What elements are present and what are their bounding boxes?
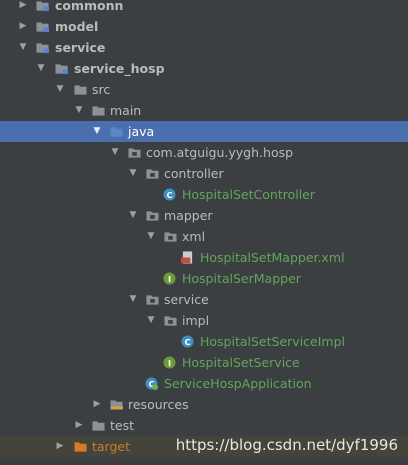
tree-row-resources[interactable]: ▶ resources <box>0 394 408 415</box>
chevron-down-icon[interactable]: ▼ <box>128 289 138 310</box>
watermark-url: https://blog.csdn.net/dyf1996 <box>175 436 398 454</box>
folder-icon <box>92 419 105 432</box>
tree-row-impl[interactable]: ▼ impl <box>0 310 408 331</box>
tree-label: impl <box>182 313 210 328</box>
spring-boot-class-icon <box>145 377 158 390</box>
tree-label: resources <box>128 397 189 412</box>
tree-label: HospitalSetController <box>182 187 316 202</box>
package-icon <box>146 293 159 306</box>
tree-row-java[interactable]: ▼ java <box>0 121 408 142</box>
chevron-right-icon[interactable]: ▶ <box>92 394 102 415</box>
package-icon <box>164 314 177 327</box>
source-folder-icon <box>110 125 123 138</box>
folder-icon <box>92 104 105 117</box>
chevron-down-icon[interactable]: ▼ <box>92 121 102 142</box>
tree-label: xml <box>182 229 206 244</box>
tree-label: target <box>92 439 131 454</box>
tree-row-main[interactable]: ▼ main <box>0 100 408 121</box>
folder-icon <box>74 83 87 96</box>
tree-row-service[interactable]: ▼ service <box>0 37 408 58</box>
tree-label: commonn <box>55 0 124 13</box>
tree-label: test <box>110 418 135 433</box>
chevron-down-icon[interactable]: ▼ <box>110 142 120 163</box>
tree-row-service-hosp-application[interactable]: ServiceHospApplication <box>0 373 408 394</box>
class-icon <box>181 335 194 348</box>
tree-label: model <box>55 19 99 34</box>
tree-row-src[interactable]: ▼ src <box>0 79 408 100</box>
chevron-right-icon[interactable]: ▶ <box>74 415 84 436</box>
package-icon <box>164 230 177 243</box>
tree-row-hospital-set-mapper-xml[interactable]: HospitalSetMapper.xml <box>0 247 408 268</box>
excluded-folder-icon <box>74 440 87 453</box>
tree-label: service <box>164 292 209 307</box>
tree-label: ServiceHospApplication <box>164 376 312 391</box>
tree-row-controller[interactable]: ▼ controller <box>0 163 408 184</box>
chevron-down-icon[interactable]: ▼ <box>146 310 156 331</box>
chevron-right-icon[interactable]: ▶ <box>18 0 28 16</box>
tree-row-commonn[interactable]: ▶ commonn <box>0 0 408 16</box>
tree-row-mapper[interactable]: ▼ mapper <box>0 205 408 226</box>
tree-label: main <box>110 103 142 118</box>
interface-icon <box>163 272 176 285</box>
chevron-down-icon[interactable]: ▼ <box>128 163 138 184</box>
project-tree: ▶ commonn ▶ model ▼ service ▼ service_ho… <box>0 0 408 457</box>
tree-row-hospital-set-service-impl[interactable]: HospitalSetServiceImpl <box>0 331 408 352</box>
package-icon <box>128 146 141 159</box>
interface-icon <box>163 356 176 369</box>
tree-label: com.atguigu.yygh.hosp <box>146 145 294 160</box>
tree-row-hospital-set-service[interactable]: HospitalSetService <box>0 352 408 373</box>
tree-row-service-package[interactable]: ▼ service <box>0 289 408 310</box>
chevron-down-icon[interactable]: ▼ <box>36 58 46 79</box>
package-icon <box>146 167 159 180</box>
chevron-right-icon[interactable]: ▶ <box>55 436 65 457</box>
tree-label: HospitalSetMapper.xml <box>200 250 345 265</box>
chevron-down-icon[interactable]: ▼ <box>55 79 65 100</box>
chevron-down-icon[interactable]: ▼ <box>18 37 28 58</box>
module-folder-icon <box>55 62 68 75</box>
tree-row-service-hosp[interactable]: ▼ service_hosp <box>0 58 408 79</box>
chevron-down-icon[interactable]: ▼ <box>128 205 138 226</box>
tree-label: HospitalSetService <box>182 355 300 370</box>
class-icon <box>163 188 176 201</box>
tree-row-model[interactable]: ▶ model <box>0 16 408 37</box>
xml-file-icon <box>181 251 194 264</box>
tree-label: mapper <box>164 208 213 223</box>
chevron-down-icon[interactable]: ▼ <box>146 226 156 247</box>
tree-row-hospital-ser-mapper[interactable]: HospitalSerMapper <box>0 268 408 289</box>
tree-label: HospitalSetServiceImpl <box>200 334 345 349</box>
tree-label: service <box>55 40 106 55</box>
tree-row-test[interactable]: ▶ test <box>0 415 408 436</box>
tree-row-hospital-set-controller[interactable]: HospitalSetController <box>0 184 408 205</box>
resources-folder-icon <box>110 398 123 411</box>
chevron-down-icon[interactable]: ▼ <box>74 100 84 121</box>
tree-label: java <box>128 124 155 139</box>
tree-label: src <box>92 82 111 97</box>
package-icon <box>146 209 159 222</box>
module-folder-icon <box>36 20 49 33</box>
tree-label: HospitalSerMapper <box>182 271 301 286</box>
tree-label: service_hosp <box>74 61 165 76</box>
tree-label: controller <box>164 166 224 181</box>
chevron-right-icon[interactable]: ▶ <box>18 16 28 37</box>
tree-row-package[interactable]: ▼ com.atguigu.yygh.hosp <box>0 142 408 163</box>
module-folder-icon <box>36 41 49 54</box>
module-folder-icon <box>36 0 49 12</box>
tree-row-xml[interactable]: ▼ xml <box>0 226 408 247</box>
